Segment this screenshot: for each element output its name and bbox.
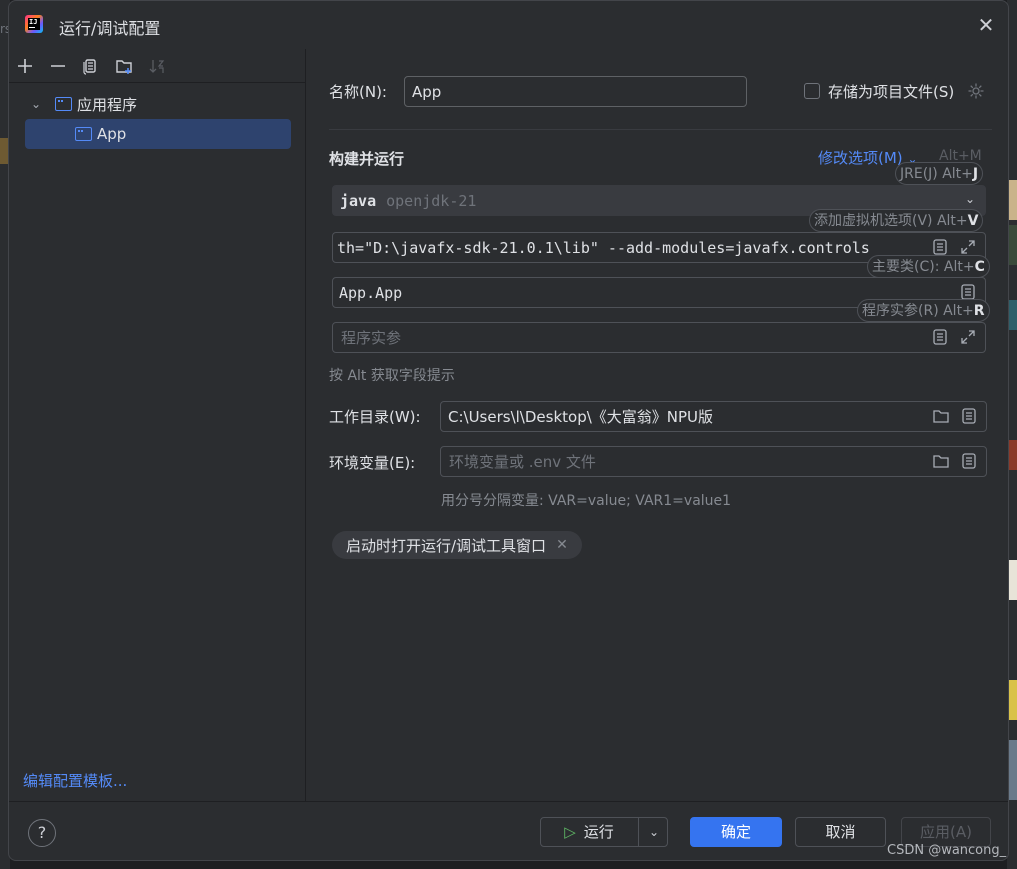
program-args-input[interactable]: 程序实参 xyxy=(332,322,986,353)
ok-button[interactable]: 确定 xyxy=(690,817,782,847)
modify-options-label: 修改选项(M) xyxy=(818,149,903,167)
env-vars-hint: 用分号分隔变量: VAR=value; VAR1=value1 xyxy=(441,493,732,509)
list-icon[interactable] xyxy=(931,238,949,256)
tree-group-application[interactable]: ⌄ 应用程序 xyxy=(31,89,291,119)
env-vars-label: 环境变量(E): xyxy=(329,454,416,472)
cancel-button[interactable]: 取消 xyxy=(795,817,886,847)
tree-item-app[interactable]: App xyxy=(25,119,291,149)
env-vars-input[interactable]: 环境变量或 .env 文件 xyxy=(440,446,987,477)
name-input[interactable]: App xyxy=(404,76,747,107)
list-icon[interactable] xyxy=(931,328,949,346)
close-icon[interactable]: ✕ xyxy=(556,537,568,553)
chevron-down-icon[interactable]: ⌄ xyxy=(649,818,659,846)
name-label: 名称(N): xyxy=(329,83,387,101)
main-class-field-hint: 主要类(C): Alt+C xyxy=(867,255,990,278)
config-form: 名称(N): App 存储为项目文件(S) 构建并运行 修改选项(M) ⌄ Al… xyxy=(307,49,1008,801)
tree-group-label: 应用程序 xyxy=(77,95,138,114)
folder-icon[interactable] xyxy=(932,407,950,425)
background-tab xyxy=(0,138,8,164)
dialog-button-bar: ? ▷ 运行 ⌄ 确定 取消 应用(A) xyxy=(9,801,1008,860)
edit-templates-link[interactable]: 编辑配置模板... xyxy=(23,770,127,791)
working-dir-label: 工作目录(W): xyxy=(329,408,421,426)
open-tool-window-chip[interactable]: 启动时打开运行/调试工具窗口 ✕ xyxy=(332,531,582,559)
run-label: 运行 xyxy=(583,823,614,841)
divider xyxy=(638,818,639,846)
window-title: 运行/调试配置 xyxy=(59,19,161,38)
working-dir-value: C:\Users\l\Desktop\《大富翁》NPU版 xyxy=(448,408,714,426)
store-as-file-checkbox[interactable] xyxy=(804,83,820,99)
chevron-down-icon[interactable]: ⌄ xyxy=(31,97,45,111)
title-bar: IJ 运行/调试配置 ✕ xyxy=(9,1,1008,49)
remove-icon[interactable] xyxy=(47,55,69,77)
play-icon: ▷ xyxy=(564,823,576,841)
store-as-file-label[interactable]: 存储为项目文件(S) xyxy=(828,81,954,102)
divider xyxy=(329,129,992,130)
jre-field-hint: JRE(J) Alt+J xyxy=(895,162,984,185)
folder-icon[interactable] xyxy=(932,452,950,470)
expand-icon[interactable] xyxy=(959,328,977,346)
list-icon[interactable] xyxy=(960,407,978,425)
watermark: CSDN @wancong_ xyxy=(887,843,1007,858)
application-config-icon xyxy=(75,127,92,141)
vm-options-value: th="D:\javafx-sdk-21.0.1\lib" --add-modu… xyxy=(337,238,870,257)
program-args-field-hint: 程序实参(R) Alt+R xyxy=(857,299,990,322)
chip-label: 启动时打开运行/调试工具窗口 xyxy=(346,536,547,555)
new-folder-icon[interactable] xyxy=(113,55,135,77)
jre-version: openjdk-21 xyxy=(386,191,477,210)
vm-options-field-hint: 添加虚拟机选项(V) Alt+V xyxy=(809,209,984,232)
chevron-down-icon[interactable]: ⌄ xyxy=(965,192,975,206)
alt-hint-text: 按 Alt 获取字段提示 xyxy=(329,368,455,384)
run-debug-config-dialog: IJ 运行/调试配置 ✕ ⌄ 应用程序 App 编辑配置模板... 名称(N):… xyxy=(8,0,1009,861)
close-button[interactable]: ✕ xyxy=(974,13,998,37)
tree-item-label: App xyxy=(97,125,127,143)
gear-icon[interactable] xyxy=(967,82,985,100)
working-dir-input[interactable]: C:\Users\l\Desktop\《大富翁》NPU版 xyxy=(440,401,987,432)
copy-icon[interactable] xyxy=(79,55,101,77)
config-tree-panel: ⌄ 应用程序 App 编辑配置模板... xyxy=(9,49,306,801)
add-icon[interactable] xyxy=(14,55,36,77)
intellij-logo-icon: IJ xyxy=(25,15,43,33)
expand-icon[interactable] xyxy=(959,238,977,256)
help-button[interactable]: ? xyxy=(28,819,56,847)
list-icon[interactable] xyxy=(960,452,978,470)
run-button[interactable]: ▷ 运行 ⌄ xyxy=(540,817,668,847)
build-run-section-title: 构建并运行 xyxy=(329,150,405,168)
program-args-placeholder: 程序实参 xyxy=(341,329,402,347)
jre-keyword: java xyxy=(340,191,377,210)
name-value: App xyxy=(412,82,442,101)
application-config-icon xyxy=(55,97,72,111)
env-vars-placeholder: 环境变量或 .env 文件 xyxy=(449,453,596,471)
tree-toolbar xyxy=(9,49,306,83)
sort-icon xyxy=(146,55,168,77)
main-class-value: App.App xyxy=(339,283,403,302)
